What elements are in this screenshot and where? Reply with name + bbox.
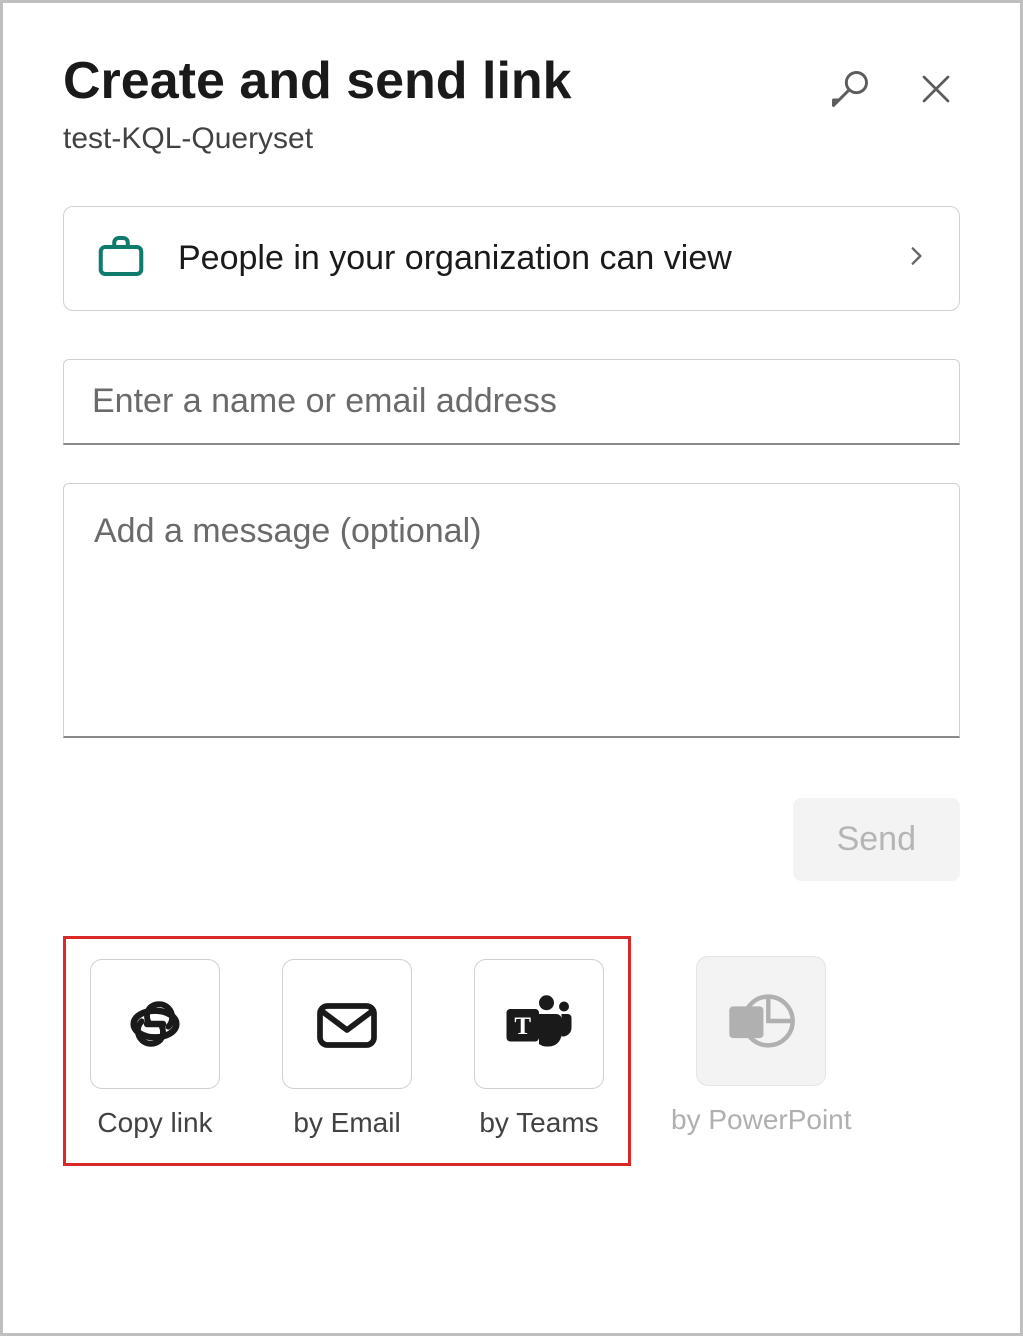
header-actions [826, 53, 960, 113]
chevron-right-icon [903, 243, 929, 274]
send-button[interactable]: Send [793, 798, 960, 881]
email-label: by Email [293, 1107, 400, 1139]
permissions-button[interactable] [826, 65, 874, 113]
mail-icon [282, 959, 412, 1089]
close-icon [918, 71, 954, 107]
dialog-subtitle: test-KQL-Queryset [63, 122, 826, 156]
link-icon [90, 959, 220, 1089]
message-input[interactable] [63, 483, 960, 738]
send-row: Send [63, 798, 960, 881]
key-icon [828, 67, 872, 111]
dialog-title: Create and send link [63, 53, 826, 110]
powerpoint-icon: P [696, 956, 826, 1086]
powerpoint-option[interactable]: P by PowerPoint [671, 936, 852, 1136]
teams-label: by Teams [479, 1107, 598, 1139]
svg-text:P: P [739, 1010, 754, 1037]
teams-option[interactable]: T by Teams [474, 959, 604, 1139]
highlighted-share-group: Copy link by Email T [63, 936, 631, 1166]
permission-text: People in your organization can view [178, 233, 873, 284]
teams-icon: T [474, 959, 604, 1089]
recipient-input[interactable] [63, 359, 960, 445]
powerpoint-label: by PowerPoint [671, 1104, 852, 1136]
permission-selector[interactable]: People in your organization can view [63, 206, 960, 311]
svg-text:T: T [514, 1013, 531, 1040]
briefcase-icon [94, 229, 148, 288]
copy-link-option[interactable]: Copy link [90, 959, 220, 1139]
dialog-header: Create and send link test-KQL-Queryset [63, 53, 960, 156]
copy-link-label: Copy link [97, 1107, 212, 1139]
close-button[interactable] [912, 65, 960, 113]
header-text: Create and send link test-KQL-Queryset [63, 53, 826, 156]
share-options: Copy link by Email T [63, 936, 960, 1166]
email-option[interactable]: by Email [282, 959, 412, 1139]
